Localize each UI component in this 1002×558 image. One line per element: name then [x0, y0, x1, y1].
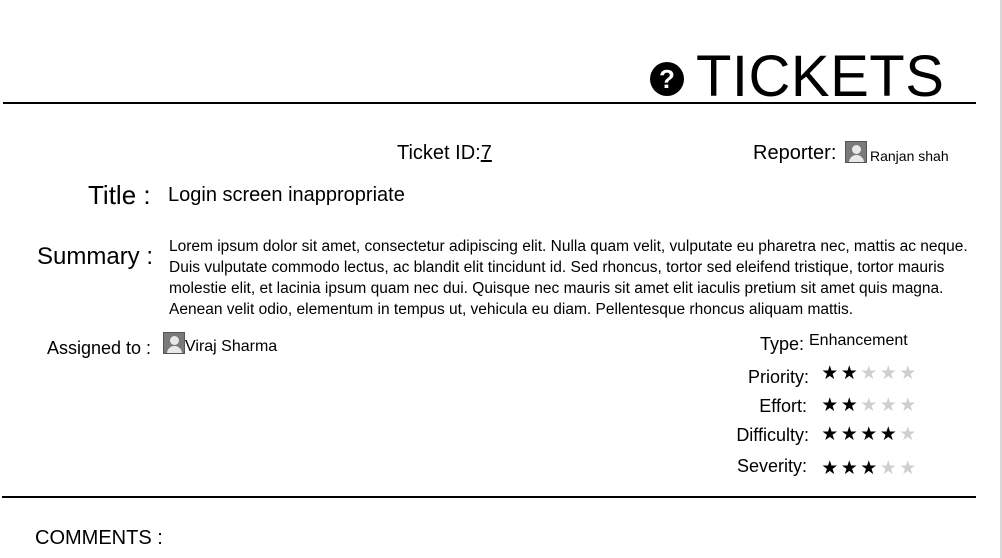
star-empty-icon[interactable]: ★ — [898, 423, 918, 446]
reporter-name: Ranjan shah — [870, 148, 949, 164]
reporter-label: Reporter: — [753, 142, 837, 164]
effort-rating[interactable]: ★ ★ ★ ★ ★ — [820, 394, 918, 417]
reporter-avatar-icon — [845, 141, 867, 163]
help-icon[interactable]: ? — [650, 62, 684, 96]
comments-label: COMMENTS : — [35, 527, 163, 549]
severity-rating[interactable]: ★ ★ ★ ★ ★ — [820, 457, 918, 480]
assignee-name: Viraj Sharma — [185, 338, 278, 355]
star-filled-icon[interactable]: ★ — [840, 423, 860, 446]
star-filled-icon[interactable]: ★ — [820, 423, 840, 446]
star-filled-icon[interactable]: ★ — [879, 423, 899, 446]
star-empty-icon[interactable]: ★ — [859, 362, 879, 385]
star-empty-icon[interactable]: ★ — [898, 362, 918, 385]
effort-label: Effort: — [759, 396, 807, 416]
star-empty-icon[interactable]: ★ — [879, 362, 899, 385]
assignee-avatar-icon — [163, 332, 185, 354]
star-empty-icon[interactable]: ★ — [898, 394, 918, 417]
difficulty-rating[interactable]: ★ ★ ★ ★ ★ — [820, 423, 918, 446]
ticket-id: Ticket ID:7 — [397, 142, 492, 165]
assigned-to-label: Assigned to : — [47, 338, 152, 358]
star-filled-icon[interactable]: ★ — [820, 394, 840, 417]
star-filled-icon[interactable]: ★ — [820, 362, 840, 385]
summary-label: Summary : — [37, 243, 154, 270]
star-empty-icon[interactable]: ★ — [879, 394, 899, 417]
star-empty-icon[interactable]: ★ — [859, 394, 879, 417]
comments-divider — [2, 496, 976, 498]
ticket-id-value[interactable]: 7 — [481, 142, 492, 164]
star-filled-icon[interactable]: ★ — [859, 423, 879, 446]
star-empty-icon[interactable]: ★ — [898, 457, 918, 480]
type-value: Enhancement — [809, 332, 908, 349]
title-label: Title : — [88, 180, 151, 210]
star-empty-icon[interactable]: ★ — [879, 457, 899, 480]
star-filled-icon[interactable]: ★ — [840, 457, 860, 480]
severity-label: Severity: — [736, 456, 807, 476]
difficulty-label: Difficulty: — [736, 425, 809, 445]
priority-label: Priority: — [747, 367, 809, 387]
ticket-id-label: Ticket ID: — [397, 142, 481, 164]
type-label: Type: — [759, 334, 804, 354]
header-divider — [3, 102, 976, 104]
star-filled-icon[interactable]: ★ — [840, 362, 860, 385]
title-value: Login screen inappropriate — [168, 184, 405, 206]
summary-text: Lorem ipsum dolor sit amet, consectetur … — [169, 238, 968, 318]
star-filled-icon[interactable]: ★ — [840, 394, 860, 417]
star-filled-icon[interactable]: ★ — [820, 457, 840, 480]
page-title: TICKETS — [696, 44, 945, 109]
priority-rating[interactable]: ★ ★ ★ ★ ★ — [820, 362, 918, 385]
star-filled-icon[interactable]: ★ — [859, 457, 879, 480]
